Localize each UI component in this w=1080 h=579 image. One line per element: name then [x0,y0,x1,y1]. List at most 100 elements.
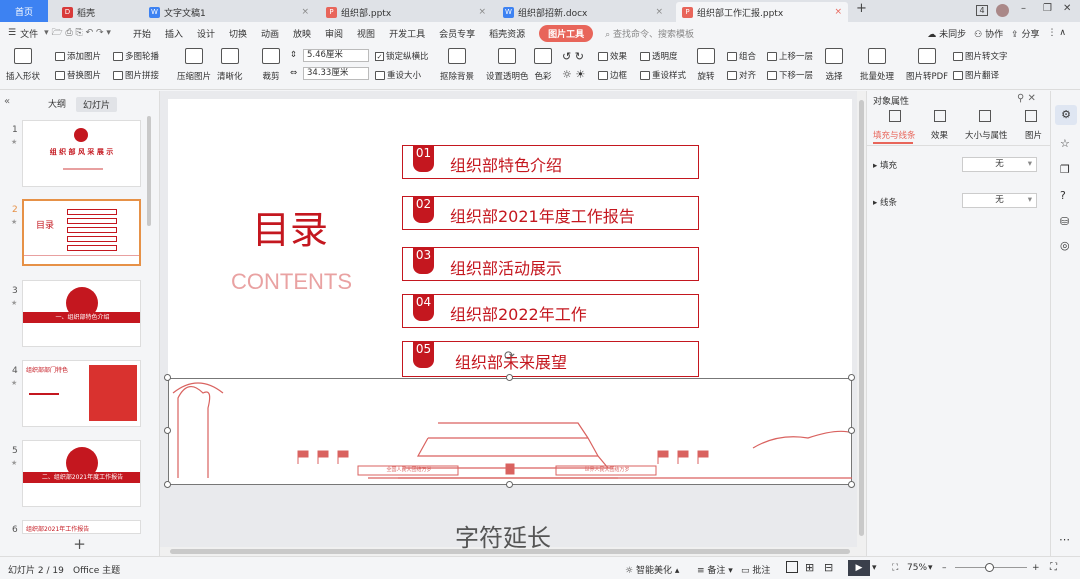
compress-picture-button[interactable]: 压缩图片 [177,48,211,82]
tab-docx[interactable]: W 组织部招新.docx × [497,2,669,22]
slide-thumbnail-4[interactable]: 组织部部门特色 [22,360,141,427]
normal-view-icon[interactable] [786,561,798,573]
theme-name[interactable]: Office 主题 [73,563,120,576]
effect-button[interactable]: 效果 [598,50,627,62]
notes-button[interactable]: ≡ 备注 ▾ [697,563,733,576]
scroll-thumb[interactable] [859,100,864,536]
resize-handle[interactable] [848,374,855,381]
backup-icon[interactable]: ⛁ [1060,215,1069,228]
line-section-toggle[interactable]: ▸ 线条 [873,196,897,208]
chevron-down-icon[interactable]: ▾ [872,563,877,573]
lock-ratio-checkbox[interactable]: ✓ 锁定纵横比 [375,50,429,62]
comments-button[interactable]: ▭ 批注 [741,563,770,576]
menu-design[interactable]: 设计 [197,27,215,40]
bring-forward-button[interactable]: 上移一层 [767,50,813,62]
layers-icon[interactable]: ❐ [1060,163,1070,176]
quick-access-icons[interactable]: ▾ 🗁 ⎙ ⎘ ↶ ↷ ▾ [44,25,111,41]
vertical-scrollbar[interactable] [857,91,866,556]
close-icon[interactable]: × [834,7,842,17]
tab-fill-line[interactable]: 填充与线条 [873,129,916,141]
slide-title[interactable]: 目录 [252,199,328,254]
animation-star-icon[interactable]: ☆ [1060,137,1070,150]
menu-text-2[interactable]: 组织部2021年度工作报告 [450,203,635,227]
restore-icon[interactable]: ❐ [1043,3,1052,14]
fit-screen-icon[interactable]: ⛶ [892,563,898,573]
resize-handle[interactable] [164,481,171,488]
zoom-in-icon[interactable]: + [1032,563,1040,573]
replace-picture-button[interactable]: 替换图片 [55,69,101,81]
slide-subtitle[interactable]: CONTENTS [231,269,352,295]
border-button[interactable]: 边框 [598,69,627,81]
multi-outline-button[interactable]: 多图轮播 [113,50,159,62]
close-icon[interactable]: × [301,7,309,17]
resize-handle[interactable] [848,427,855,434]
location-icon[interactable]: ◎ [1060,239,1070,252]
tab-picture[interactable]: 图片 [1025,129,1042,141]
picture-icon[interactable] [1025,110,1037,122]
menu-insert[interactable]: 插入 [165,27,183,40]
tab-active-pptx[interactable]: P 组织部工作汇报.pptx × [676,2,848,22]
picture-to-text-button[interactable]: 图片转文字 [953,50,1008,62]
line-dropdown[interactable]: 无 ▾ [962,193,1037,208]
brightness-icons[interactable]: ☼ ☀ [562,68,585,81]
share-button[interactable]: ⇪ 分享 [1011,27,1039,40]
remove-background-button[interactable]: 抠除背景 [440,48,474,82]
send-backward-button[interactable]: 下移一层 [767,69,813,81]
resize-handle[interactable] [848,481,855,488]
current-slide[interactable]: 目录 CONTENTS 01 组织部特色介绍 02 组织部2021年度工作报告 … [164,99,855,488]
batch-process-button[interactable]: 批量处理 [860,48,894,82]
window-count-badge[interactable]: 4 [976,5,988,16]
fill-section-toggle[interactable]: ▸ 填充 [873,159,897,171]
rotate-contrast-icons[interactable]: ↺ ↻ [562,50,584,63]
select-button[interactable]: 选择 [825,48,843,82]
collaborate-button[interactable]: ⚇ 协作 [974,27,1003,40]
clarify-button[interactable]: 清晰化 [217,48,243,82]
color-button[interactable]: 色彩 [534,48,552,82]
tab-slides[interactable]: 幻灯片 [76,97,118,112]
picture-collage-button[interactable]: 图片拼接 [113,69,159,81]
fill-dropdown[interactable]: 无 ▾ [962,157,1037,172]
resize-handle[interactable] [506,481,513,488]
thumbnail-scrollbar[interactable] [147,116,151,226]
menu-view[interactable]: 视图 [357,27,375,40]
zoom-out-icon[interactable]: – [942,563,947,573]
menu-text-4[interactable]: 组织部2022年工作 [450,301,587,325]
menu-start[interactable]: 开始 [133,27,151,40]
properties-icon[interactable]: ⚙ [1055,105,1077,125]
menu-member[interactable]: 会员专享 [439,27,475,40]
effect-icon[interactable] [934,110,946,122]
slide-thumbnail-1[interactable]: 组 织 部 风 采 展 示 [22,120,141,187]
align-button[interactable]: 对齐 [727,69,756,81]
reading-view-icon[interactable]: ⊟ [824,561,833,574]
home-tab[interactable]: 首页 [0,0,48,22]
hamburger-icon[interactable]: ☰ [8,28,16,38]
picture-to-pdf-button[interactable]: 图片转PDF [906,48,948,82]
sync-status[interactable]: ☁ 未同步 [927,27,966,40]
resize-handle[interactable] [164,427,171,434]
crop-button[interactable]: 裁剪 [262,48,280,82]
play-slideshow-button[interactable]: ▶ [848,560,870,576]
minimize-icon[interactable]: – [1021,3,1026,14]
menu-slideshow[interactable]: 放映 [293,27,311,40]
fullscreen-icon[interactable]: ⛶ [1050,562,1057,573]
menu-animation[interactable]: 动画 [261,27,279,40]
menu-text-1[interactable]: 组织部特色介绍 [450,152,562,176]
resize-handle[interactable] [506,374,513,381]
help-icon[interactable]: ? [1060,189,1066,202]
resize-handle[interactable] [164,374,171,381]
slide-thumbnail-6[interactable]: 组织部2021年工作报告 [22,520,141,534]
width-input[interactable]: 34.33厘米 [303,67,369,80]
zoom-dropdown-icon[interactable]: ▾ [928,563,933,573]
add-picture-button[interactable]: 添加图片 [55,50,101,62]
slide-thumbnail-2[interactable]: 目录 [22,199,141,266]
tab-text-doc[interactable]: W 文字文稿1 × [143,2,315,22]
close-icon[interactable]: × [655,7,663,17]
grid-view-icon[interactable]: ⊞ [805,561,814,574]
slide-thumbnail-5[interactable]: 二、组织部2021年度工作报告 [22,440,141,507]
slide-thumbnail-3[interactable]: 一、组织部特色介绍 [22,280,141,347]
command-search[interactable]: ⌕ 查找命令、搜索模板 [605,27,694,40]
reset-size-button[interactable]: 重设大小 [375,69,421,81]
close-icon[interactable]: × [478,7,486,17]
tab-size-property[interactable]: 大小与属性 [965,129,1008,141]
zoom-level[interactable]: 75% [907,563,927,573]
